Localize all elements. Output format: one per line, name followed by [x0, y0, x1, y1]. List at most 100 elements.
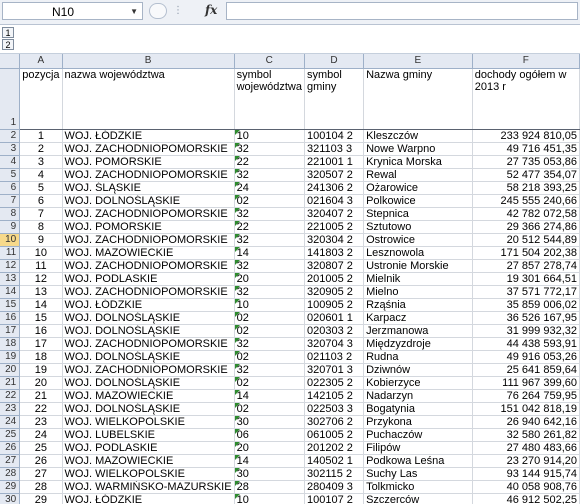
cell-symbol-gminy[interactable]: 201202 2: [304, 441, 365, 455]
cell-symbol-gminy[interactable]: 320507 2: [304, 168, 365, 182]
cell-pozycja[interactable]: 15: [19, 311, 63, 325]
row-header[interactable]: 8: [0, 207, 21, 221]
cell-pozycja[interactable]: 21: [19, 389, 63, 403]
cell-nazwa-gminy[interactable]: Polkowice: [363, 194, 473, 208]
cell-pozycja[interactable]: 9: [19, 233, 63, 247]
column-header-f[interactable]: F: [472, 54, 580, 69]
cell-wojewodztwo[interactable]: WOJ. DOLNOŚLĄSKIE: [62, 350, 235, 364]
row-header[interactable]: 22: [0, 389, 21, 403]
cell-nazwa-gminy[interactable]: Tolkmicko: [363, 480, 473, 494]
cell-nazwa-gminy[interactable]: Bogatynia: [363, 402, 473, 416]
cell-wojewodztwo[interactable]: WOJ. ŁÓDZKIE: [62, 129, 235, 143]
cell-wojewodztwo[interactable]: WOJ. POMORSKIE: [62, 155, 235, 169]
cell-dochody[interactable]: 31 999 932,32: [472, 324, 580, 338]
cell-pozycja[interactable]: 1: [19, 129, 63, 143]
cell-dochody[interactable]: 233 924 810,05: [472, 129, 580, 143]
cell-wojewodztwo[interactable]: WOJ. DOLNOŚLĄSKIE: [62, 402, 235, 416]
cell-symbol-gminy[interactable]: 320704 3: [304, 337, 365, 351]
row-header[interactable]: 28: [0, 467, 21, 481]
cell-symbol-gminy[interactable]: 201005 2: [304, 272, 365, 286]
row-header[interactable]: 25: [0, 428, 21, 442]
name-box[interactable]: N10 ▼: [2, 2, 143, 20]
cell-wojewodztwo[interactable]: WOJ. MAZOWIECKIE: [62, 454, 235, 468]
cell-wojewodztwo[interactable]: WOJ. POMORSKIE: [62, 220, 235, 234]
row-header[interactable]: 12: [0, 259, 21, 273]
cell-wojewodztwo[interactable]: WOJ. ŁÓDZKIE: [62, 298, 235, 312]
row-header[interactable]: 4: [0, 155, 21, 169]
cell-symbol-gminy[interactable]: 100107 2: [304, 493, 365, 504]
cell-dochody[interactable]: 245 555 240,66: [472, 194, 580, 208]
row-header[interactable]: 26: [0, 441, 21, 455]
cell-symbol-gminy[interactable]: 020601 1: [304, 311, 365, 325]
cell-nazwa-gminy[interactable]: Przykona: [363, 415, 473, 429]
cell-symbol-gminy[interactable]: 320905 2: [304, 285, 365, 299]
cell-symbol-gminy[interactable]: 221001 1: [304, 155, 365, 169]
cell-symbol-gminy[interactable]: 140502 1: [304, 454, 365, 468]
cell-wojewodztwo[interactable]: WOJ. PODLASKIE: [62, 441, 235, 455]
cell-symbol-gminy[interactable]: 241306 2: [304, 181, 365, 195]
select-all-corner[interactable]: [0, 54, 21, 69]
row-header[interactable]: 15: [0, 298, 21, 312]
cell-dochody[interactable]: 49 916 053,26: [472, 350, 580, 364]
cell-nazwa-gminy[interactable]: Filipów: [363, 441, 473, 455]
cell-header-symbol-gminy[interactable]: symbol gminy: [304, 68, 365, 130]
cell-symbol-wojewodztwa[interactable]: 30: [234, 415, 306, 429]
cell-symbol-gminy[interactable]: 061005 2: [304, 428, 365, 442]
cell-pozycja[interactable]: 2: [19, 142, 63, 156]
cell-nazwa-gminy[interactable]: Nadarzyn: [363, 389, 473, 403]
cell-wojewodztwo[interactable]: WOJ. DOLNOŚLĄSKIE: [62, 324, 235, 338]
row-header[interactable]: 3: [0, 142, 21, 156]
cell-nazwa-gminy[interactable]: Rudna: [363, 350, 473, 364]
row-header[interactable]: 9: [0, 220, 21, 234]
cell-dochody[interactable]: 25 641 859,64: [472, 363, 580, 377]
cell-header-dochody[interactable]: dochody ogółem w 2013 r: [472, 68, 580, 130]
cell-symbol-wojewodztwa[interactable]: 14: [234, 389, 306, 403]
cell-pozycja[interactable]: 10: [19, 246, 63, 260]
cell-pozycja[interactable]: 12: [19, 272, 63, 286]
cell-symbol-wojewodztwa[interactable]: 22: [234, 220, 306, 234]
cell-pozycja[interactable]: 19: [19, 363, 63, 377]
cell-dochody[interactable]: 40 058 908,76: [472, 480, 580, 494]
outline-level-1-button[interactable]: 1: [2, 27, 14, 38]
row-header[interactable]: 20: [0, 363, 21, 377]
cell-symbol-gminy[interactable]: 221005 2: [304, 220, 365, 234]
cell-dochody[interactable]: 52 477 354,07: [472, 168, 580, 182]
cell-symbol-wojewodztwa[interactable]: 24: [234, 181, 306, 195]
cell-symbol-wojewodztwa[interactable]: 32: [234, 168, 306, 182]
cell-pozycja[interactable]: 4: [19, 168, 63, 182]
cell-dochody[interactable]: 44 438 593,91: [472, 337, 580, 351]
cell-dochody[interactable]: 76 264 759,95: [472, 389, 580, 403]
cell-nazwa-gminy[interactable]: Stepnica: [363, 207, 473, 221]
cell-wojewodztwo[interactable]: WOJ. ŚLĄSKIE: [62, 181, 235, 195]
cell-pozycja[interactable]: 7: [19, 207, 63, 221]
cell-nazwa-gminy[interactable]: Międzyzdroje: [363, 337, 473, 351]
cell-symbol-gminy[interactable]: 302706 2: [304, 415, 365, 429]
row-header[interactable]: 24: [0, 415, 21, 429]
row-header[interactable]: 23: [0, 402, 21, 416]
cell-pozycja[interactable]: 28: [19, 480, 63, 494]
cell-wojewodztwo[interactable]: WOJ. WIELKOPOLSKIE: [62, 415, 235, 429]
cell-symbol-wojewodztwa[interactable]: 20: [234, 441, 306, 455]
cell-dochody[interactable]: 37 571 772,17: [472, 285, 580, 299]
cell-dochody[interactable]: 111 967 399,60: [472, 376, 580, 390]
cell-dochody[interactable]: 19 301 664,51: [472, 272, 580, 286]
cell-dochody[interactable]: 35 859 006,02: [472, 298, 580, 312]
cell-nazwa-gminy[interactable]: Ożarowice: [363, 181, 473, 195]
cell-wojewodztwo[interactable]: WOJ. DOLNOŚLĄSKIE: [62, 311, 235, 325]
row-header[interactable]: 1: [0, 68, 21, 130]
row-header[interactable]: 10: [0, 233, 21, 247]
row-header[interactable]: 17: [0, 324, 21, 338]
cell-pozycja[interactable]: 27: [19, 467, 63, 481]
column-header-a[interactable]: A: [19, 54, 63, 69]
cell-symbol-wojewodztwa[interactable]: 32: [234, 337, 306, 351]
cell-nazwa-gminy[interactable]: Jerzmanowa: [363, 324, 473, 338]
cell-pozycja[interactable]: 26: [19, 454, 63, 468]
cell-symbol-wojewodztwa[interactable]: 32: [234, 233, 306, 247]
cell-wojewodztwo[interactable]: WOJ. ZACHODNIOPOMORSKIE: [62, 142, 235, 156]
column-header-c[interactable]: C: [234, 54, 306, 69]
cell-header-symbol-wojewodztwa[interactable]: symbol województwa: [234, 68, 306, 130]
cell-symbol-gminy[interactable]: 021103 2: [304, 350, 365, 364]
cell-symbol-gminy[interactable]: 320701 3: [304, 363, 365, 377]
cell-wojewodztwo[interactable]: WOJ. MAZOWIECKIE: [62, 389, 235, 403]
cell-wojewodztwo[interactable]: WOJ. ZACHODNIOPOMORSKIE: [62, 168, 235, 182]
